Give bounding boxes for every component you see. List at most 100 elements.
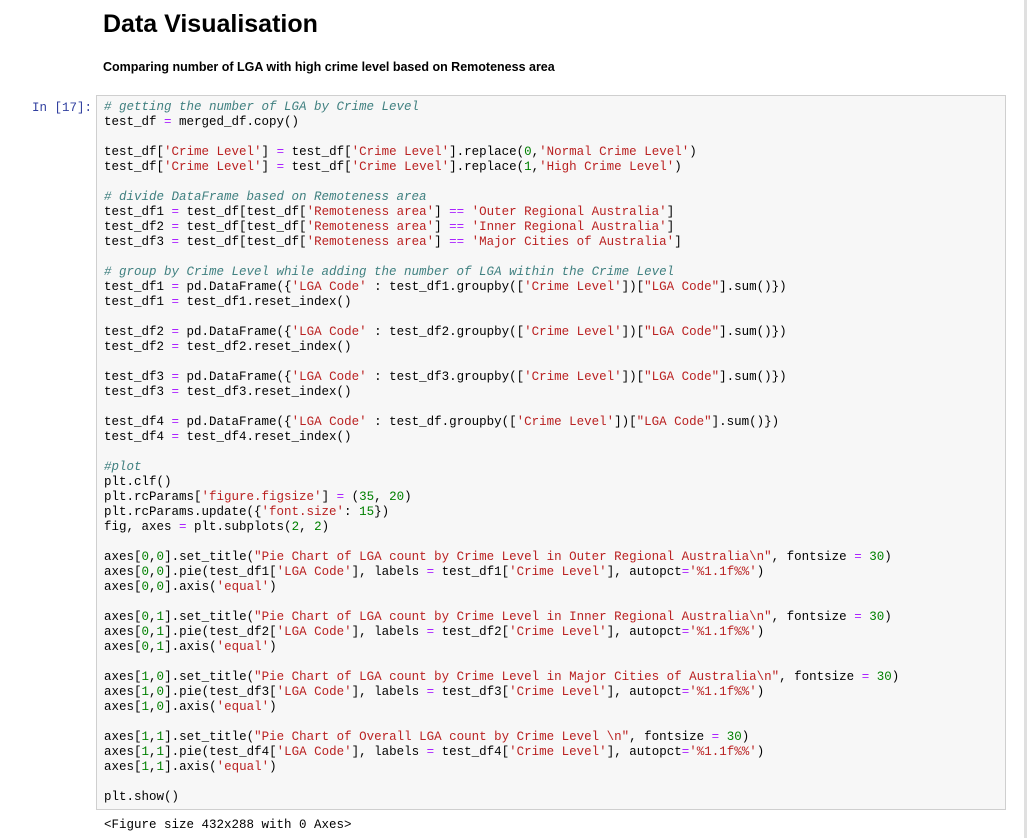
code-token: axes[ <box>104 580 142 594</box>
code-token: 'Outer Regional Australia' <box>471 205 667 219</box>
code-token: 'equal' <box>216 640 270 654</box>
code-token: 'Major Cities of Australia' <box>471 235 675 249</box>
code-token: # divide DataFrame based on Remoteness a… <box>104 190 427 204</box>
code-token: '%1.1f%%' <box>689 625 757 639</box>
code-line: test_df2 = pd.DataFrame({'LGA Code' : te… <box>104 325 899 340</box>
code-token: 'Remoteness area' <box>306 235 435 249</box>
code-token: , <box>299 520 315 534</box>
code-token: 1 <box>141 670 150 684</box>
code-token: ) <box>756 625 765 639</box>
code-token: merged_df.copy() <box>171 115 300 129</box>
code-line: test_df['Crime Level'] = test_df['Crime … <box>104 145 899 160</box>
code-token: test_df4[ <box>434 745 510 759</box>
code-token: , <box>149 550 157 564</box>
code-token: ], autopct <box>606 625 682 639</box>
code-token: , <box>149 580 157 594</box>
code-token: 'Crime Level' <box>516 415 615 429</box>
code-token: 'Crime Level' <box>509 565 607 579</box>
code-token: ].set_title( <box>164 550 255 564</box>
code-token: ].sum()}) <box>719 370 787 384</box>
code-token: test_df1 <box>104 280 172 294</box>
code-line: axes[0,1].pie(test_df2['LGA Code'], labe… <box>104 625 899 640</box>
code-token: 'Crime Level' <box>351 160 450 174</box>
code-token: test_df[ <box>284 160 352 174</box>
code-token: 0 <box>141 565 150 579</box>
code-token: test_df3 <box>104 235 172 249</box>
code-token: axes[ <box>104 700 142 714</box>
code-token: ], labels <box>351 565 427 579</box>
code-token: , <box>149 565 157 579</box>
code-line: test_df4 = test_df4.reset_index() <box>104 430 899 445</box>
code-token: 'Normal Crime Level' <box>539 145 690 159</box>
code-token: = <box>171 385 180 399</box>
code-token: 'LGA Code' <box>291 280 367 294</box>
code-token: ] <box>434 235 450 249</box>
code-line: test_df1 = test_df[test_df['Remoteness a… <box>104 205 899 220</box>
code-line: test_df3 = pd.DataFrame({'LGA Code' : te… <box>104 370 899 385</box>
code-token: , <box>374 490 390 504</box>
code-token: 'LGA Code' <box>276 685 352 699</box>
code-token: = <box>854 610 862 624</box>
code-token: 1 <box>141 745 150 759</box>
code-token: : test_df2.groupby([ <box>366 325 525 339</box>
code-token: ].pie(test_df2[ <box>164 625 277 639</box>
code-token: 0 <box>156 700 165 714</box>
code-token: 'LGA Code' <box>276 565 352 579</box>
cell-output: <Figure size 432x288 with 0 Axes> <box>104 818 352 832</box>
code-line: test_df1 = test_df1.reset_index() <box>104 295 899 310</box>
code-token: "LGA Code" <box>636 415 712 429</box>
code-token: = <box>276 160 285 174</box>
code-token: 2 <box>291 520 300 534</box>
code-token: '%1.1f%%' <box>689 745 757 759</box>
code-line: axes[1,0].pie(test_df3['LGA Code'], labe… <box>104 685 899 700</box>
code-token: ) <box>756 745 765 759</box>
code-token: 'font.size' <box>261 505 345 519</box>
code-token: test_df4 <box>104 430 172 444</box>
code-token: ])[ <box>614 415 637 429</box>
code-token: 30 <box>869 550 885 564</box>
code-token: ].axis( <box>164 760 217 774</box>
code-token: ].set_title( <box>164 670 255 684</box>
code-token: == <box>449 235 465 249</box>
code-line: test_df3 = test_df3.reset_index() <box>104 385 899 400</box>
cell-prompt: In [17]: <box>32 101 93 115</box>
code-token: "Pie Chart of Overall LGA count by Crime… <box>254 730 630 744</box>
code-token: 'Crime Level' <box>164 160 262 174</box>
code-token: 30 <box>869 610 885 624</box>
code-line: test_df['Crime Level'] = test_df['Crime … <box>104 160 899 175</box>
code-line: plt.show() <box>104 790 899 805</box>
code-token: "LGA Code" <box>644 325 720 339</box>
code-token: test_df4.reset_index() <box>179 430 352 444</box>
code-token: 'Crime Level' <box>164 145 262 159</box>
code-line: test_df4 = pd.DataFrame({'LGA Code' : te… <box>104 415 899 430</box>
code-token: 'LGA Code' <box>291 415 367 429</box>
code-token: '%1.1f%%' <box>689 565 757 579</box>
code-token: ], labels <box>351 625 427 639</box>
code-line: axes[1,1].axis('equal') <box>104 760 899 775</box>
code-token: ] <box>434 220 450 234</box>
code-token: ], autopct <box>606 745 682 759</box>
code-token: = <box>171 205 180 219</box>
code-token: ].set_title( <box>164 730 255 744</box>
code-token: "LGA Code" <box>644 280 720 294</box>
code-line: #plot <box>104 460 899 475</box>
code-token: : test_df3.groupby([ <box>366 370 525 384</box>
code-token: fig, axes <box>104 520 180 534</box>
code-editor-content[interactable]: # getting the number of LGA by Crime Lev… <box>104 100 899 805</box>
code-token: ].axis( <box>164 640 217 654</box>
code-token: pd.DataFrame({ <box>179 280 292 294</box>
code-token: 'Crime Level' <box>351 145 450 159</box>
code-token: ])[ <box>621 325 645 339</box>
code-token: ].axis( <box>164 700 217 714</box>
code-line: test_df2 = test_df[test_df['Remoteness a… <box>104 220 899 235</box>
code-token: ].set_title( <box>164 610 255 624</box>
code-token: , fontsize <box>771 610 855 624</box>
code-token: test_df3 <box>104 385 172 399</box>
